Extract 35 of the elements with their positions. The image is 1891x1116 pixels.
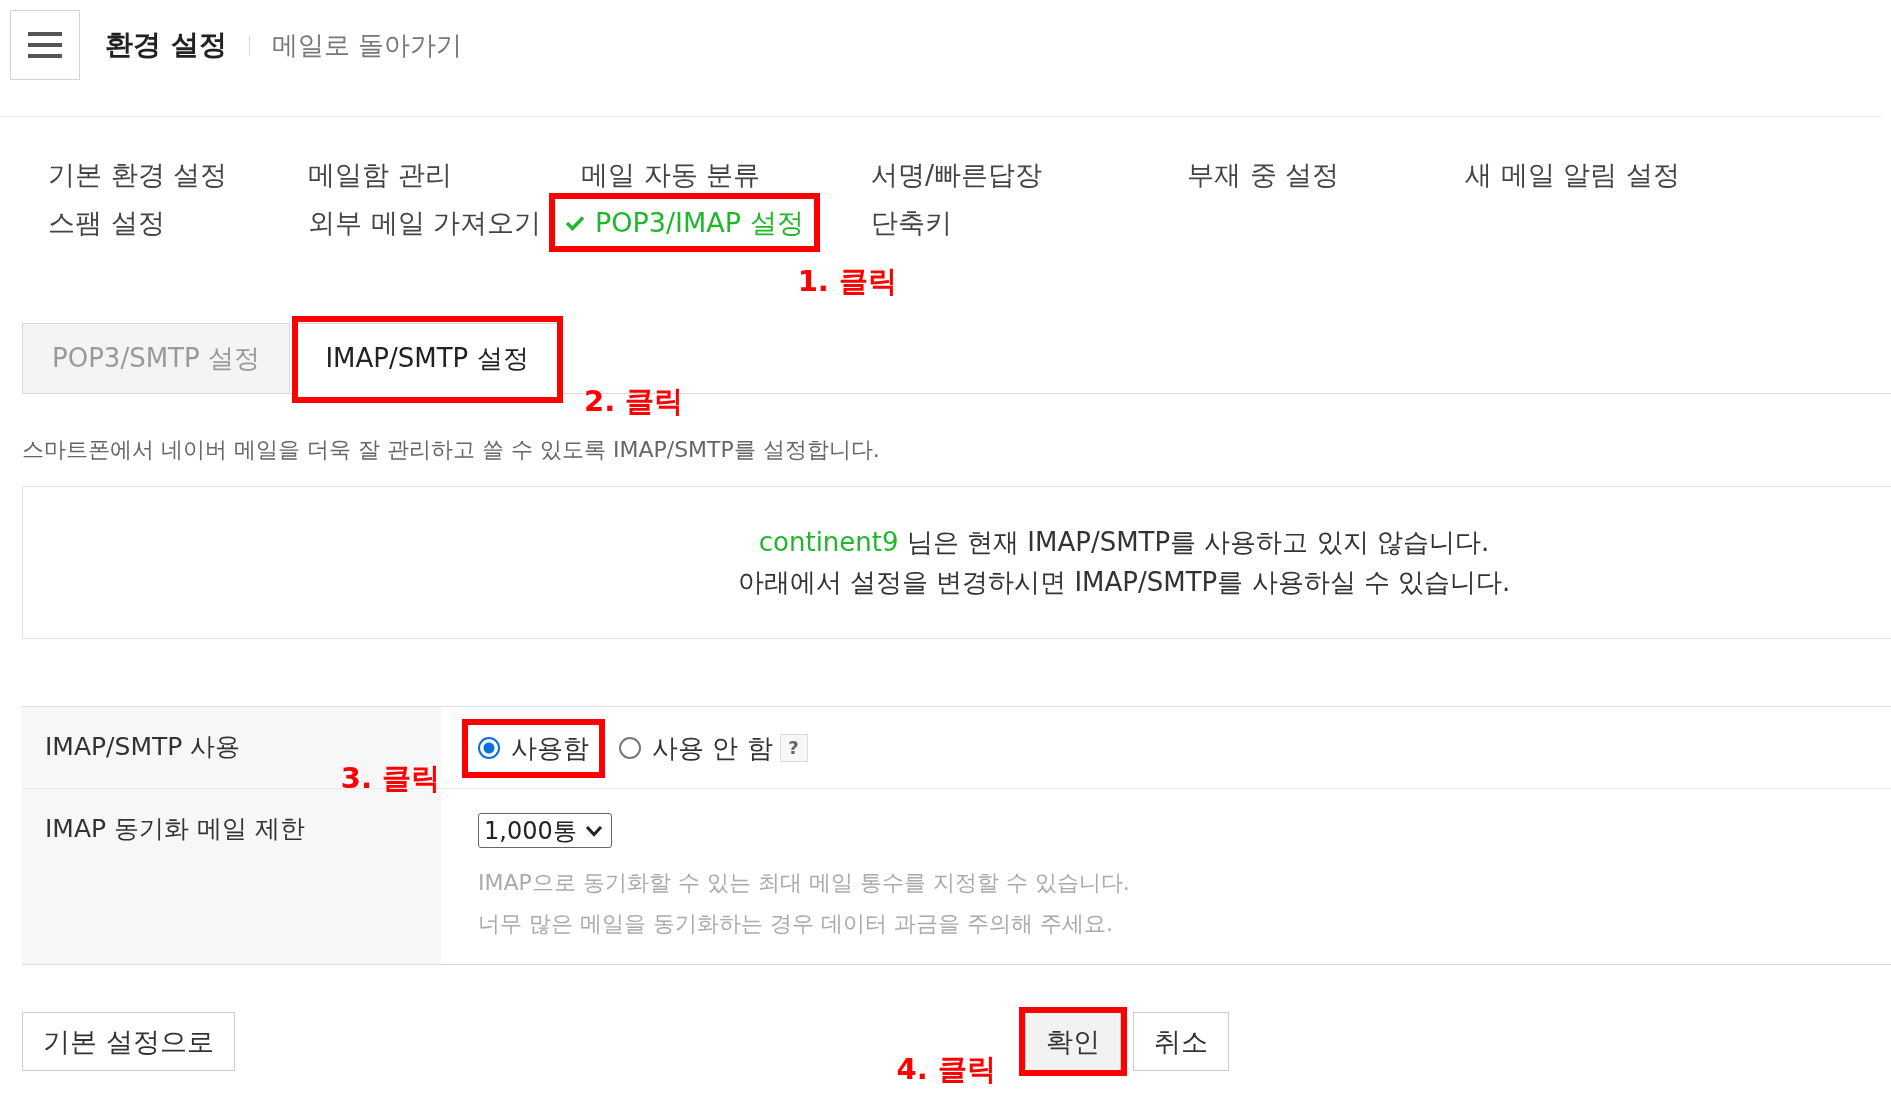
settings-menu-item[interactable]: 메일함 관리 (308, 151, 452, 199)
back-link[interactable]: 메일로 돌아가기 (271, 27, 462, 63)
check-icon (565, 215, 585, 231)
description-text: 스마트폰에서 네이버 메일을 더욱 잘 관리하고 쓸 수 있도록 IMAP/SMTP를 설정합니다. (22, 436, 880, 464)
cancel-button[interactable]: 취소 (1132, 1012, 1229, 1071)
hint-text: 너무 많은 메일을 동기화하는 경우 데이터 과금을 주의해 주세요. (478, 910, 1114, 938)
settings-menu-item[interactable]: 스팸 설정 (48, 199, 165, 247)
page-title: 환경 설정 (105, 27, 227, 63)
radio-button[interactable] (478, 737, 500, 759)
settings-menu-item[interactable]: 메일 자동 분류 (581, 151, 761, 199)
notice-text: continent9 님은 현재 IMAP/SMTP를 사용하고 있지 않습니다. (758, 526, 1490, 559)
settings-menu-item[interactable]: 서명/빠른답장 (871, 151, 1043, 199)
callout-label: 2. 클릭 (584, 383, 684, 419)
help-button[interactable]: ? (779, 734, 808, 762)
settings-menu-item[interactable]: 새 메일 알림 설정 (1465, 151, 1680, 199)
dropdown-select[interactable]: 1,000통 (478, 813, 612, 848)
callout-label: 3. 클릭 (340, 760, 440, 796)
setting-label: IMAP 동기화 메일 제한 (45, 814, 305, 844)
settings-menu-item[interactable]: 단축키 (871, 199, 952, 247)
notice-text: 아래에서 설정을 변경하시면 IMAP/SMTP를 사용하실 수 있습니다. (737, 566, 1511, 599)
radio-label: 사용함 (511, 733, 589, 763)
menu-icon (28, 32, 62, 58)
setting-label: IMAP/SMTP 사용 (45, 732, 241, 762)
settings-menu-item[interactable]: 외부 메일 가져오기 (308, 199, 542, 247)
reset-button[interactable]: 기본 설정으로 (22, 1012, 235, 1071)
settings-menu-item[interactable]: 부재 중 설정 (1187, 151, 1340, 199)
chevron-down-icon (584, 824, 603, 837)
settings-menu-item[interactable]: 기본 환경 설정 (48, 151, 228, 199)
radio-button[interactable] (619, 737, 641, 759)
callout-label: 1. 클릭 (797, 263, 897, 299)
confirm-button[interactable]: 확인 (1024, 1012, 1121, 1071)
callout-label: 4. 클릭 (896, 1051, 996, 1087)
radio-label: 사용 안 함 (652, 733, 773, 763)
menu-button[interactable] (10, 10, 80, 80)
hint-text: IMAP으로 동기화할 수 있는 최대 메일 통수를 지정할 수 있습니다. (478, 869, 1130, 897)
